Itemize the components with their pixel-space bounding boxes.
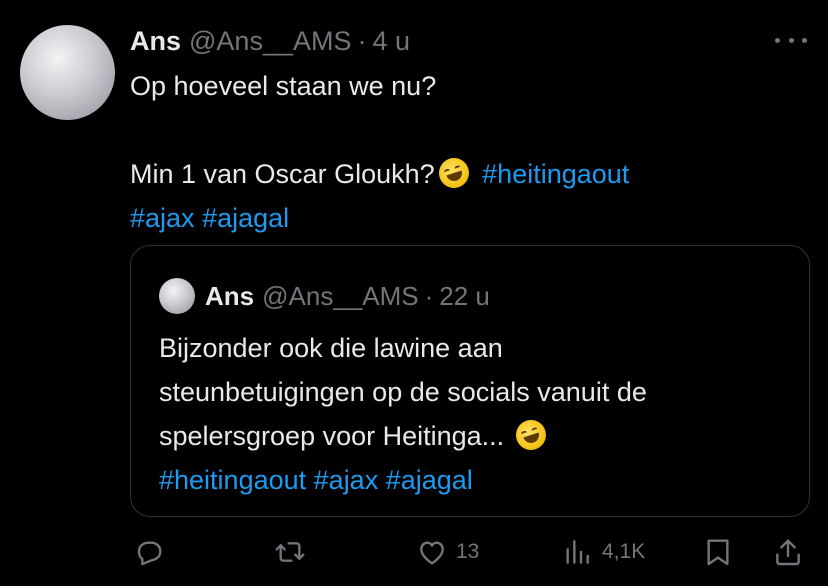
author-handle[interactable]: @Ans__AMS [189, 26, 351, 57]
rolling-laughing-emoji-icon [434, 154, 473, 192]
quoted-tweet-card[interactable]: Ans @Ans__AMS · 22 u Bijzonder ook die l… [130, 245, 810, 517]
views-button[interactable]: 4,1K [560, 534, 645, 570]
tweet-header: Ans @Ans__AMS · 4 u [130, 24, 410, 58]
separator-dot: · [357, 25, 367, 56]
hashtag-link[interactable]: #ajagal [202, 203, 289, 233]
quoted-line-2: steunbetuigingen op de socials vanuit de [159, 377, 647, 407]
share-button[interactable] [772, 534, 804, 570]
tweet-time[interactable]: 4 u [373, 26, 411, 57]
tweet-line-2-text: Min 1 van Oscar Gloukh? [130, 159, 435, 189]
separator-dot: · [424, 280, 434, 311]
retweet-icon [275, 542, 305, 562]
bookmark-button[interactable] [702, 534, 734, 570]
tweet-line-1: Op hoeveel staan we nu? [130, 71, 437, 101]
like-button[interactable]: 13 [416, 534, 479, 570]
quoted-avatar[interactable] [159, 278, 195, 314]
action-bar: 13 4,1K [0, 530, 828, 574]
quoted-author-handle[interactable]: @Ans__AMS [262, 281, 418, 312]
more-options-icon[interactable] [775, 34, 807, 46]
tweet-line-2: Min 1 van Oscar Gloukh? #heitingaout [130, 152, 800, 196]
like-count: 13 [456, 540, 480, 563]
retweet-button[interactable] [273, 534, 307, 570]
quoted-author-name[interactable]: Ans [205, 281, 254, 312]
bookmark-icon [707, 539, 729, 566]
quoted-line-3: spelersgroep voor Heitinga... [159, 416, 799, 460]
reply-icon [137, 541, 162, 566]
heart-icon [420, 541, 444, 565]
author-name[interactable]: Ans [130, 26, 181, 57]
tweet-text: Op hoeveel staan we nu? Min 1 van Oscar … [130, 64, 800, 240]
hashtag-link[interactable]: #heitingaout [159, 465, 306, 495]
quoted-time[interactable]: 22 u [439, 281, 490, 312]
quoted-line-1: Bijzonder ook die lawine aan [159, 333, 503, 363]
hashtag-link[interactable]: #ajagal [386, 465, 473, 495]
hashtag-link[interactable]: #ajax [130, 203, 195, 233]
avatar[interactable] [20, 25, 115, 120]
quoted-hashtags: #heitingaout #ajax #ajagal [159, 460, 799, 504]
hashtag-link[interactable]: #heitingaout [482, 159, 629, 189]
quoted-line-3-text: spelersgroep voor Heitinga... [159, 421, 505, 451]
quoted-header: Ans @Ans__AMS · 22 u [205, 278, 490, 314]
views-icon [566, 540, 589, 564]
tweet-line-3: #ajax #ajagal [130, 196, 800, 240]
share-icon [776, 539, 800, 566]
hashtag-link[interactable]: #ajax [314, 465, 379, 495]
view-count: 4,1K [602, 540, 646, 563]
rolling-laughing-emoji-icon [511, 416, 550, 454]
quoted-text: Bijzonder ook die lawine aan steunbetuig… [159, 328, 799, 504]
reply-button[interactable] [133, 534, 165, 570]
